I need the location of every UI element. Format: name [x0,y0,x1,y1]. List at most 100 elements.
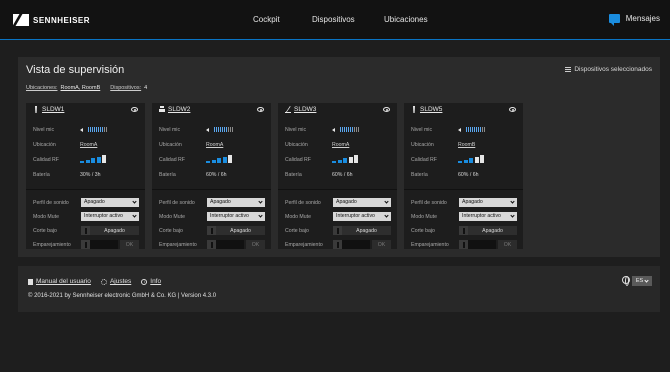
sennheiser-logo[interactable]: SENNHEISER [13,13,90,27]
mic-level-bar [88,127,89,132]
mic-level-bar [232,127,233,132]
low-cut-toggle[interactable]: Apagado [81,226,139,235]
mic-level-bar [92,127,93,132]
low-cut-value: Apagado [216,226,265,235]
low-cut-toggle[interactable]: Apagado [333,226,391,235]
nav-cockpit[interactable]: Cockpit [253,15,280,24]
mic-level-bar [358,127,359,132]
handheld-mic-icon [35,106,37,113]
low-cut-value: Apagado [342,226,391,235]
chevron-down-icon [384,213,389,218]
device-name-link[interactable]: SLDW1 [42,106,64,113]
pairing-toggle[interactable] [459,240,468,249]
mute-mode-select[interactable]: Interruptor activo [81,212,139,221]
pairing-toggle[interactable] [333,240,342,249]
location-link[interactable]: RoomA [206,142,223,148]
pairing-field [216,240,244,249]
low-cut-toggle[interactable]: Apagado [459,226,517,235]
mute-mode-label: Modo Mute [285,214,311,220]
rf-quality-bar [332,161,336,163]
toggle-switch[interactable] [81,226,90,235]
mic-level-label: Nivel mic [33,127,55,133]
language-select[interactable]: ES [632,276,652,286]
mute-mode-select[interactable]: Interruptor activo [207,212,265,221]
sound-profile-select[interactable]: Apagado [333,198,391,207]
eye-icon[interactable] [131,107,138,112]
mute-mode-select[interactable]: Interruptor activo [333,212,391,221]
battery-label: Batería [159,172,176,178]
settings-link[interactable]: Ajustes [100,278,131,285]
rf-quality-bar [211,159,216,163]
mic-level-bar [354,127,355,132]
chevron-down-icon [258,213,263,218]
nav-devices[interactable]: Dispositivos [312,15,355,24]
pairing-ok-button[interactable]: OK [246,240,265,249]
pairing-label: Emparejamiento [285,242,323,248]
mic-level-bar [96,127,97,132]
selected-devices-button[interactable]: Dispositivos seleccionados [565,66,652,73]
eye-icon[interactable] [509,107,516,112]
filter-summary: Ubicaciones: RoomA, RoomB Dispositivos: … [26,85,147,91]
nav-locations[interactable]: Ubicaciones [384,15,428,24]
messages-button[interactable]: Mensajes [608,14,660,26]
language-value: ES [635,278,644,284]
pairing-ok-button[interactable]: OK [372,240,391,249]
battery-value: 60% / 6h [332,172,353,178]
sound-profile-label: Perfil de sonido [159,200,195,206]
device-card-header: SLDW3 [278,103,397,115]
location-link[interactable]: RoomA [332,142,349,148]
mute-mode-label: Modo Mute [411,214,437,220]
mic-level-bar [352,127,353,132]
sound-profile-value: Apagado [210,199,231,205]
pairing-ok-button[interactable]: OK [498,240,517,249]
mic-level-bar [98,127,99,132]
user-manual-link[interactable]: Manual del usuario [28,278,91,285]
sound-profile-select[interactable]: Apagado [459,198,517,207]
rf-quality-bar [96,156,101,163]
low-cut-value: Apagado [90,226,139,235]
device-name-link[interactable]: SLDW2 [168,106,190,113]
info-link[interactable]: i Info [141,278,161,285]
locations-filter-label[interactable]: Ubicaciones: [26,85,58,91]
mic-level-bar [228,127,229,132]
location-label: Ubicación [159,142,182,148]
eye-icon[interactable] [257,107,264,112]
mic-level-bar [222,127,223,132]
device-name-link[interactable]: SLDW3 [294,106,316,113]
device-card-sldw5: SLDW5 Nivel mic Ubicación RoomB Calidad … [404,103,523,249]
location-link[interactable]: RoomB [458,142,475,148]
sound-profile-select[interactable]: Apagado [81,198,139,207]
location-label: Ubicación [285,142,308,148]
mute-mode-value: Interruptor activo [462,213,501,219]
device-name-link[interactable]: SLDW5 [420,106,442,113]
devices-filter-value: 4 [144,85,148,91]
devices-filter-label[interactable]: Dispositivos: [110,85,141,91]
device-card-sldw2: SLDW2 Nivel mic Ubicación RoomA Calidad … [152,103,271,249]
device-card-header: SLDW1 [26,103,145,115]
pairing-toggle[interactable] [207,240,216,249]
battery-value: 60% / 6h [458,172,479,178]
toggle-switch[interactable] [207,226,216,235]
mic-level-meter [332,127,359,132]
mute-mode-select[interactable]: Interruptor activo [459,212,517,221]
mute-mode-value: Interruptor activo [210,213,249,219]
locations-filter-value[interactable]: RoomA, RoomB [61,85,101,91]
pairing-label: Emparejamiento [159,242,197,248]
low-cut-toggle[interactable]: Apagado [207,226,265,235]
pairing-ok-button[interactable]: OK [120,240,139,249]
toggle-switch[interactable] [459,226,468,235]
mic-level-bar [100,127,101,132]
eye-icon[interactable] [383,107,390,112]
pairing-control: OK [333,240,391,249]
sound-profile-select[interactable]: Apagado [207,198,265,207]
rf-quality-bar [91,158,95,163]
pairing-toggle[interactable] [81,240,90,249]
location-link[interactable]: RoomA [80,142,97,148]
rf-quality-label: Calidad RF [159,157,185,163]
toggle-switch[interactable] [333,226,342,235]
mic-level-bar [218,127,219,132]
rf-quality-bar [206,161,210,163]
battery-label: Batería [285,172,302,178]
rf-quality-meter [458,155,484,163]
rf-quality-bar [337,159,342,163]
